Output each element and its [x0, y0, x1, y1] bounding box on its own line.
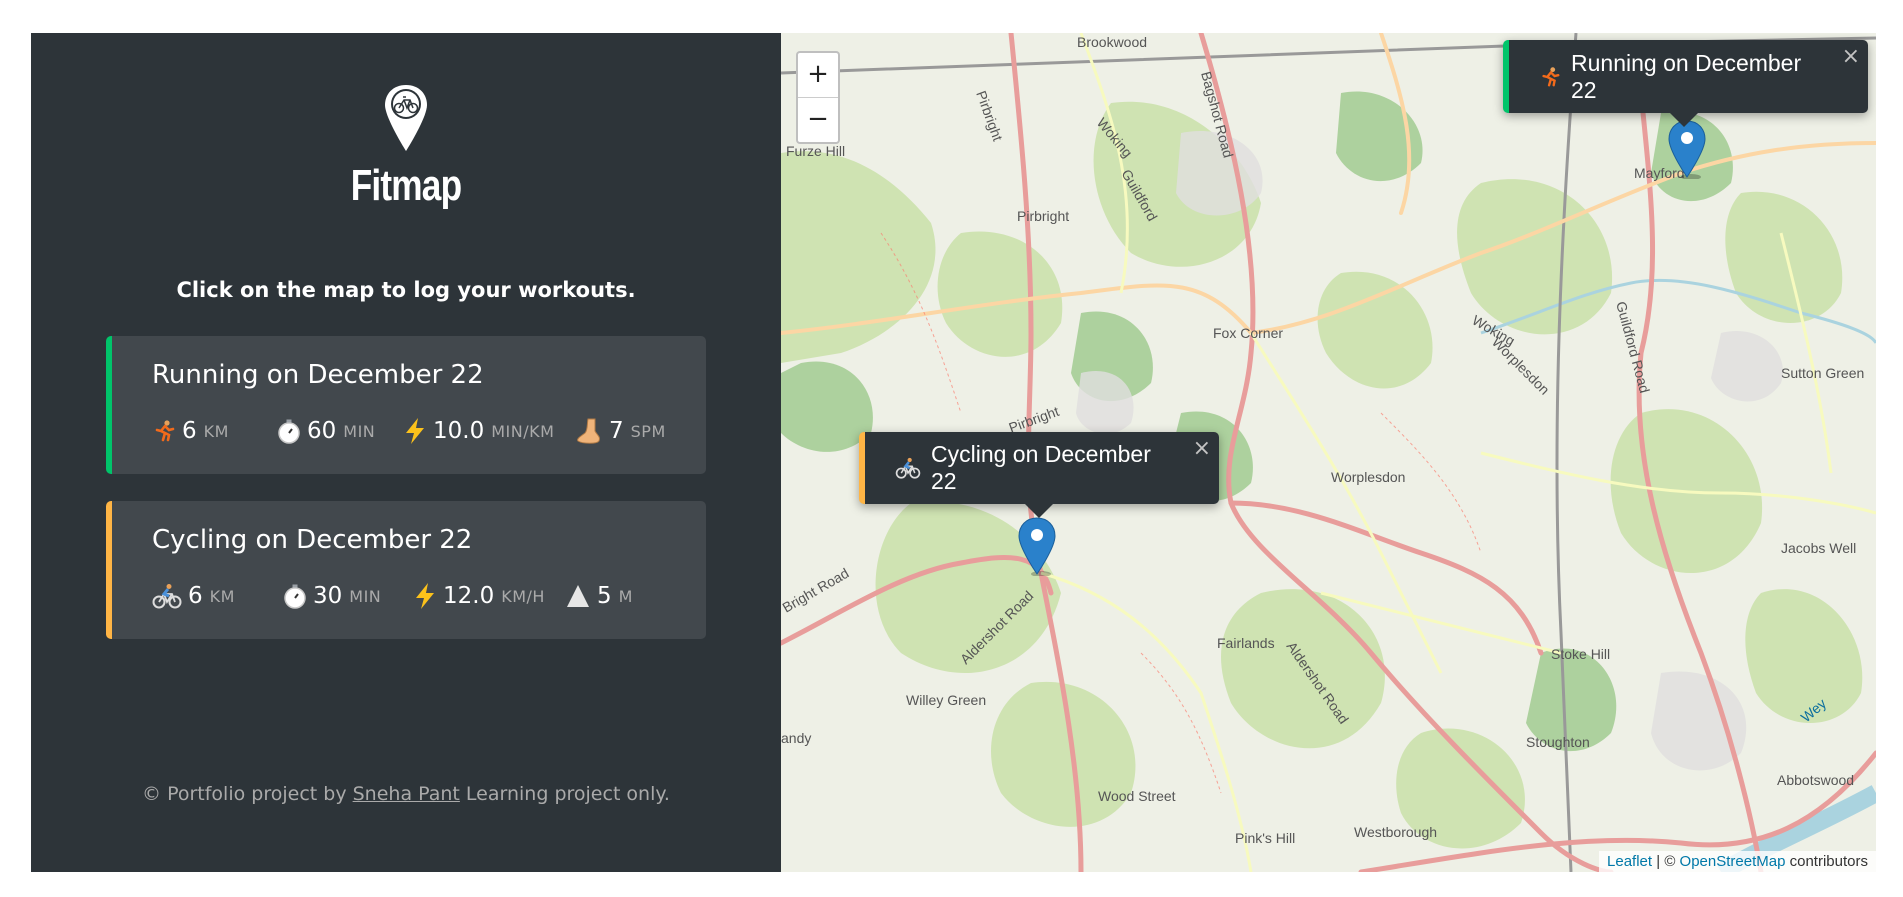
zoom-in-button[interactable]: +	[798, 53, 838, 98]
author-link[interactable]: Sneha Pant	[353, 783, 460, 805]
attribution-separator: | ©	[1656, 853, 1676, 870]
detail-value: 30	[313, 583, 343, 609]
map-label: Fox Corner	[1213, 325, 1283, 341]
osm-link[interactable]: OpenStreetMap	[1680, 853, 1786, 870]
lightning-icon	[403, 417, 427, 445]
workout-details: 6 KM 30 MIN 12.0 KM/H 5 M	[152, 582, 633, 610]
popup-running[interactable]: Running on December 22 ×	[1503, 40, 1868, 127]
detail-unit: MIN	[349, 586, 382, 606]
copyright: © Portfolio project by Sneha Pant Learni…	[31, 783, 781, 805]
workout-detail-speed: 12.0 KM/H	[413, 582, 565, 610]
workout-title: Cycling on December 22	[152, 525, 473, 555]
detail-unit: M	[618, 586, 633, 606]
map-label: Willey Green	[906, 692, 986, 708]
lightning-icon	[413, 582, 437, 610]
running-icon	[1539, 66, 1561, 88]
map-label: Sutton Green	[1781, 365, 1864, 381]
foot-icon	[575, 417, 603, 445]
copyright-prefix: © Portfolio project by	[142, 783, 347, 805]
map-label: Westborough	[1354, 824, 1437, 840]
workout-detail-cadence: 7 SPM	[575, 417, 666, 445]
detail-value: 6	[182, 418, 197, 444]
cycling-icon	[895, 457, 921, 479]
map-pin-bike-logo-icon	[385, 85, 427, 151]
zoom-control: + −	[796, 51, 840, 144]
instructions-text: Click on the map to log your workouts.	[176, 278, 636, 302]
workout-detail-duration: 60 MIN	[277, 418, 403, 444]
workout-item-running[interactable]: Running on December 22 6 KM 60 MIN 10.0 …	[106, 336, 706, 474]
detail-unit: MIN	[343, 421, 376, 441]
popup-close-button[interactable]: ×	[1193, 436, 1211, 461]
map-label: Jacobs Well	[1781, 540, 1856, 556]
detail-value: 12.0	[443, 583, 495, 609]
map-marker-cycling[interactable]	[1017, 516, 1057, 576]
map-attribution: Leaflet | © OpenStreetMap contributors	[1599, 851, 1876, 872]
popup-tip	[1025, 504, 1053, 518]
map-marker-running[interactable]	[1667, 119, 1707, 179]
map-label: Stoke Hill	[1551, 646, 1610, 662]
workout-detail-duration: 30 MIN	[283, 583, 413, 609]
popup-label: Cycling on December 22	[931, 441, 1151, 494]
cycling-icon	[152, 583, 182, 609]
map-label: Abbotswood	[1777, 772, 1854, 788]
popup-cycling[interactable]: Cycling on December 22 ×	[859, 432, 1219, 518]
running-icon	[152, 419, 176, 443]
app-container: Fitmap Click on the map to log your work…	[31, 33, 1876, 872]
copyright-suffix: Learning project only.	[465, 783, 670, 805]
popup-close-button[interactable]: ×	[1842, 44, 1860, 69]
detail-value: 10.0	[433, 418, 485, 444]
stopwatch-icon	[277, 418, 301, 444]
logo-text: Fitmap	[350, 161, 462, 210]
detail-value: 5	[597, 583, 612, 609]
attribution-suffix: contributors	[1789, 853, 1868, 870]
mountain-icon	[565, 583, 591, 609]
popup-tip	[1670, 113, 1698, 127]
workout-detail-distance: 6 KM	[152, 418, 277, 444]
detail-unit: KM	[203, 421, 229, 441]
map-label: Worplesdon	[1331, 469, 1405, 485]
detail-unit: MIN/KM	[491, 421, 555, 441]
sidebar: Fitmap Click on the map to log your work…	[31, 33, 781, 872]
workout-detail-distance: 6 KM	[152, 583, 283, 609]
workout-item-cycling[interactable]: Cycling on December 22 6 KM 30 MIN 12.0 …	[106, 501, 706, 639]
workout-list: Running on December 22 6 KM 60 MIN 10.0 …	[106, 336, 706, 666]
map-label: Pink's Hill	[1235, 830, 1295, 846]
detail-unit: KM	[209, 586, 235, 606]
map[interactable]: Brookwood Pirbright Furze Hill Bagshot R…	[781, 33, 1876, 872]
map-label: Furze Hill	[786, 143, 845, 159]
workout-detail-elevation: 5M	[565, 583, 633, 609]
map-label: Fairlands	[1217, 635, 1275, 651]
map-label: Pirbright	[1017, 208, 1069, 224]
zoom-out-button[interactable]: −	[798, 98, 838, 142]
map-label: Brookwood	[1077, 34, 1147, 50]
detail-unit: KM/H	[501, 586, 545, 606]
map-label: Wood Street	[1098, 788, 1176, 804]
popup-label: Running on December 22	[1571, 49, 1802, 103]
leaflet-link[interactable]: Leaflet	[1607, 853, 1652, 870]
logo: Fitmap	[31, 83, 781, 211]
map-label: Stoughton	[1526, 734, 1590, 750]
stopwatch-icon	[283, 583, 307, 609]
workout-title: Running on December 22	[152, 360, 484, 390]
detail-value: 60	[307, 418, 337, 444]
detail-value: 6	[188, 583, 203, 609]
detail-value: 7	[609, 418, 624, 444]
detail-unit: SPM	[630, 421, 666, 441]
workout-details: 6 KM 60 MIN 10.0 MIN/KM 7 SPM	[152, 417, 666, 445]
workout-detail-pace: 10.0 MIN/KM	[403, 417, 575, 445]
map-label: andy	[781, 730, 811, 746]
